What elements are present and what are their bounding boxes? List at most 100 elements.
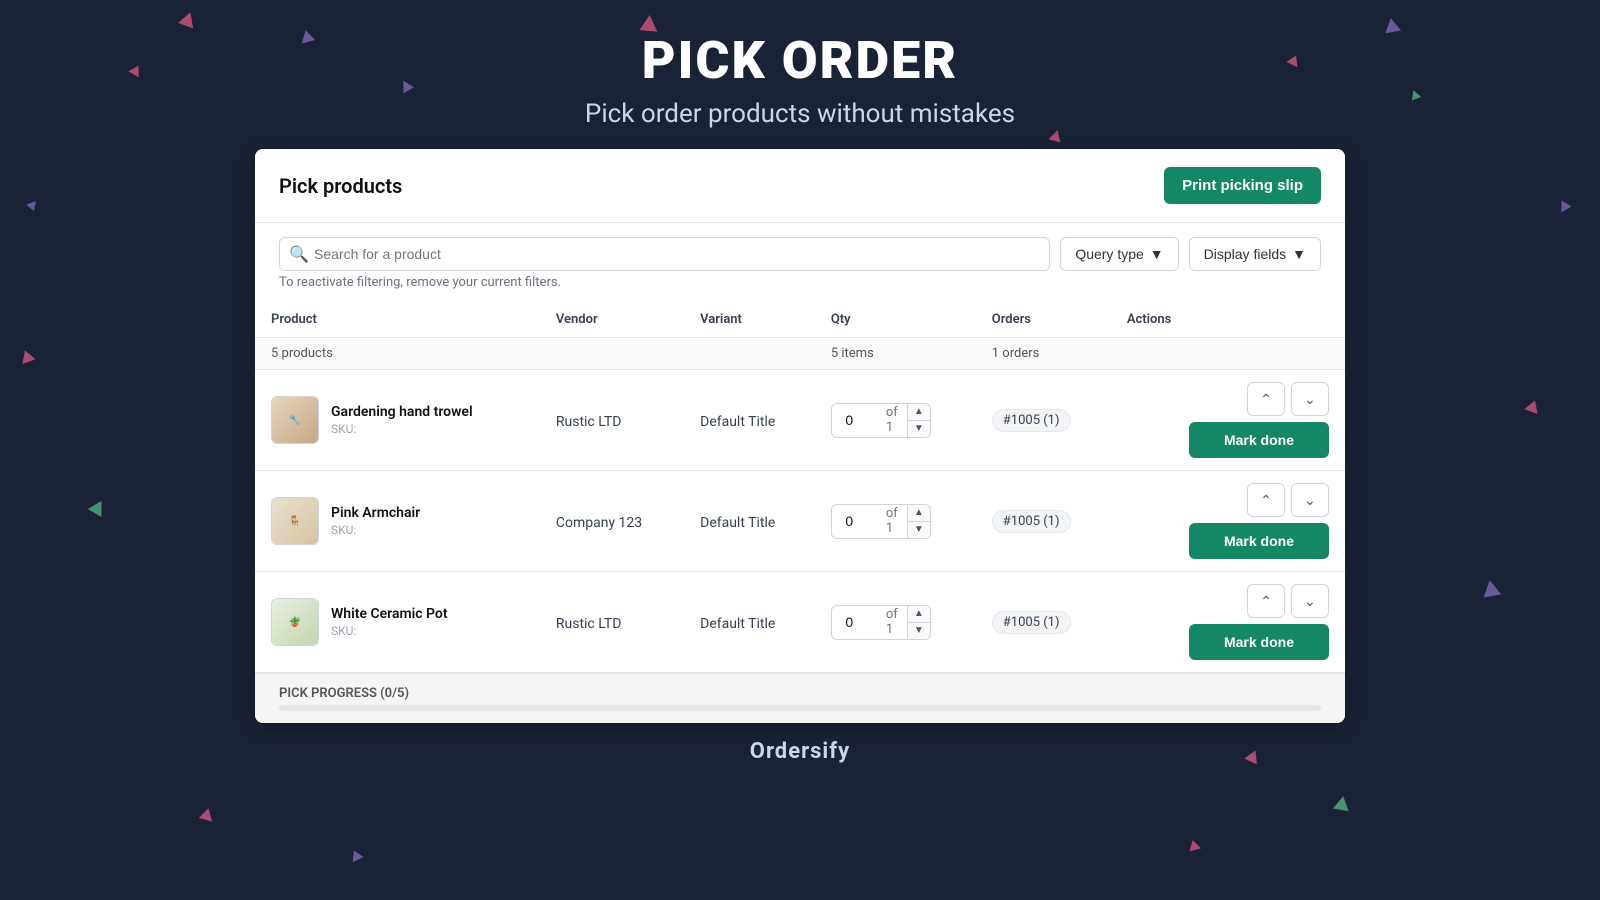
orders-cell: #1005 (1) [976, 370, 1111, 471]
qty-arrows: ▲ ▼ [907, 404, 930, 437]
variant-name: Default Title [700, 414, 775, 430]
orders-cell: #1005 (1) [976, 572, 1111, 673]
card-header: Pick products Print picking slip [255, 149, 1345, 223]
summary-qty-items: 5 items [815, 338, 976, 370]
footer: Ordersify [0, 723, 1600, 780]
chevron-up-button[interactable]: ⌃ [1247, 584, 1285, 618]
product-name: Gardening hand trowel [331, 404, 473, 420]
vendor-name: Rustic LTD [556, 414, 622, 430]
chevron-row: ⌃ ⌄ [1247, 483, 1329, 517]
card-title: Pick products [279, 174, 402, 198]
qty-arrows: ▲ ▼ [907, 505, 930, 538]
pick-progress-section: PICK PROGRESS (0/5) [255, 673, 1345, 723]
col-qty: Qty [815, 302, 976, 338]
page-subtitle: Pick order products without mistakes [0, 99, 1600, 129]
pick-progress-label: PICK PROGRESS (0/5) [279, 686, 409, 701]
table-row: 🔧 Gardening hand trowel SKU: Rustic LTD … [255, 370, 1345, 471]
action-col: ⌃ ⌄ Mark done [1127, 584, 1329, 660]
table-header: Product Vendor Variant Qty Orders Action… [255, 302, 1345, 338]
qty-down-button[interactable]: ▼ [908, 522, 930, 538]
summary-vendor-empty [540, 338, 684, 370]
products-table: Product Vendor Variant Qty Orders Action… [255, 302, 1345, 673]
vendor-cell: Rustic LTD [540, 370, 684, 471]
chevron-row: ⌃ ⌄ [1247, 584, 1329, 618]
qty-up-button[interactable]: ▲ [908, 606, 930, 623]
display-fields-button[interactable]: Display fields ▼ [1189, 237, 1321, 271]
qty-stepper: of 1 ▲ ▼ [831, 504, 931, 539]
chevron-row: ⌃ ⌄ [1247, 382, 1329, 416]
col-variant: Variant [684, 302, 815, 338]
qty-input[interactable] [832, 507, 882, 535]
col-product: Product [255, 302, 540, 338]
variant-name: Default Title [700, 515, 775, 531]
chevron-down-button[interactable]: ⌄ [1291, 382, 1329, 416]
vendor-name: Rustic LTD [556, 616, 622, 632]
qty-up-button[interactable]: ▲ [908, 505, 930, 522]
actions-cell: ⌃ ⌄ Mark done [1111, 572, 1345, 673]
qty-up-button[interactable]: ▲ [908, 404, 930, 421]
col-vendor: Vendor [540, 302, 684, 338]
main-card: Pick products Print picking slip 🔍 Query… [255, 149, 1345, 723]
variant-cell: Default Title [684, 370, 815, 471]
qty-input[interactable] [832, 406, 882, 434]
product-cell: 🔧 Gardening hand trowel SKU: [255, 370, 540, 471]
product-info: 🪴 White Ceramic Pot SKU: [271, 598, 524, 646]
qty-arrows: ▲ ▼ [907, 606, 930, 639]
query-type-button[interactable]: Query type ▼ [1060, 237, 1178, 271]
chevron-up-button[interactable]: ⌃ [1247, 382, 1285, 416]
qty-of-label: of 1 [882, 405, 907, 435]
mark-done-button[interactable]: Mark done [1189, 624, 1329, 660]
mark-done-button[interactable]: Mark done [1189, 422, 1329, 458]
qty-down-button[interactable]: ▼ [908, 623, 930, 639]
footer-brand: Ordersify [750, 739, 850, 764]
product-cell: 🪴 White Ceramic Pot SKU: [255, 572, 540, 673]
display-fields-chevron-icon: ▼ [1292, 246, 1306, 262]
col-orders: Orders [976, 302, 1111, 338]
table-body: 5 products 5 items 1 orders 🔧 Gardening … [255, 338, 1345, 673]
progress-bar-outer [279, 705, 1321, 711]
qty-of-label: of 1 [882, 607, 907, 637]
summary-products-count: 5 products [255, 338, 540, 370]
table-row: 🪴 White Ceramic Pot SKU: Rustic LTD Defa… [255, 572, 1345, 673]
chevron-up-button[interactable]: ⌃ [1247, 483, 1285, 517]
qty-cell: of 1 ▲ ▼ [815, 370, 976, 471]
product-image: 🔧 [271, 396, 319, 444]
qty-of-label: of 1 [882, 506, 907, 536]
vendor-cell: Rustic LTD [540, 572, 684, 673]
summary-orders-count: 1 orders [976, 338, 1111, 370]
search-bar-section: 🔍 Query type ▼ Display fields ▼ To react… [255, 223, 1345, 302]
query-type-label: Query type [1075, 246, 1143, 262]
vendor-name: Company 123 [556, 515, 642, 531]
summary-variant-empty [684, 338, 815, 370]
product-info: 🔧 Gardening hand trowel SKU: [271, 396, 524, 444]
mark-done-button[interactable]: Mark done [1189, 523, 1329, 559]
qty-down-button[interactable]: ▼ [908, 421, 930, 437]
actions-cell: ⌃ ⌄ Mark done [1111, 370, 1345, 471]
variant-name: Default Title [700, 616, 775, 632]
search-icon: 🔍 [289, 245, 309, 264]
orders-badge: #1005 (1) [992, 409, 1071, 432]
table-row: 🪑 Pink Armchair SKU: Company 123 Default… [255, 471, 1345, 572]
search-input-wrap: 🔍 [279, 237, 1050, 271]
product-image: 🪑 [271, 497, 319, 545]
filter-hint: To reactivate filtering, remove your cur… [279, 271, 1321, 292]
chevron-down-button[interactable]: ⌄ [1291, 584, 1329, 618]
query-type-chevron-icon: ▼ [1150, 246, 1164, 262]
print-picking-slip-button[interactable]: Print picking slip [1164, 167, 1321, 204]
chevron-down-button[interactable]: ⌄ [1291, 483, 1329, 517]
qty-stepper: of 1 ▲ ▼ [831, 403, 931, 438]
products-table-wrap: Product Vendor Variant Qty Orders Action… [255, 302, 1345, 673]
col-actions: Actions [1111, 302, 1345, 338]
qty-input[interactable] [832, 608, 882, 636]
product-sku: SKU: [331, 624, 448, 638]
page-header: PICK ORDER Pick order products without m… [0, 0, 1600, 149]
product-cell: 🪑 Pink Armchair SKU: [255, 471, 540, 572]
action-col: ⌃ ⌄ Mark done [1127, 382, 1329, 458]
qty-stepper: of 1 ▲ ▼ [831, 605, 931, 640]
product-name: White Ceramic Pot [331, 606, 448, 622]
vendor-cell: Company 123 [540, 471, 684, 572]
search-input[interactable] [279, 237, 1050, 271]
display-fields-label: Display fields [1204, 246, 1286, 262]
summary-actions-empty [1111, 338, 1345, 370]
qty-cell: of 1 ▲ ▼ [815, 572, 976, 673]
